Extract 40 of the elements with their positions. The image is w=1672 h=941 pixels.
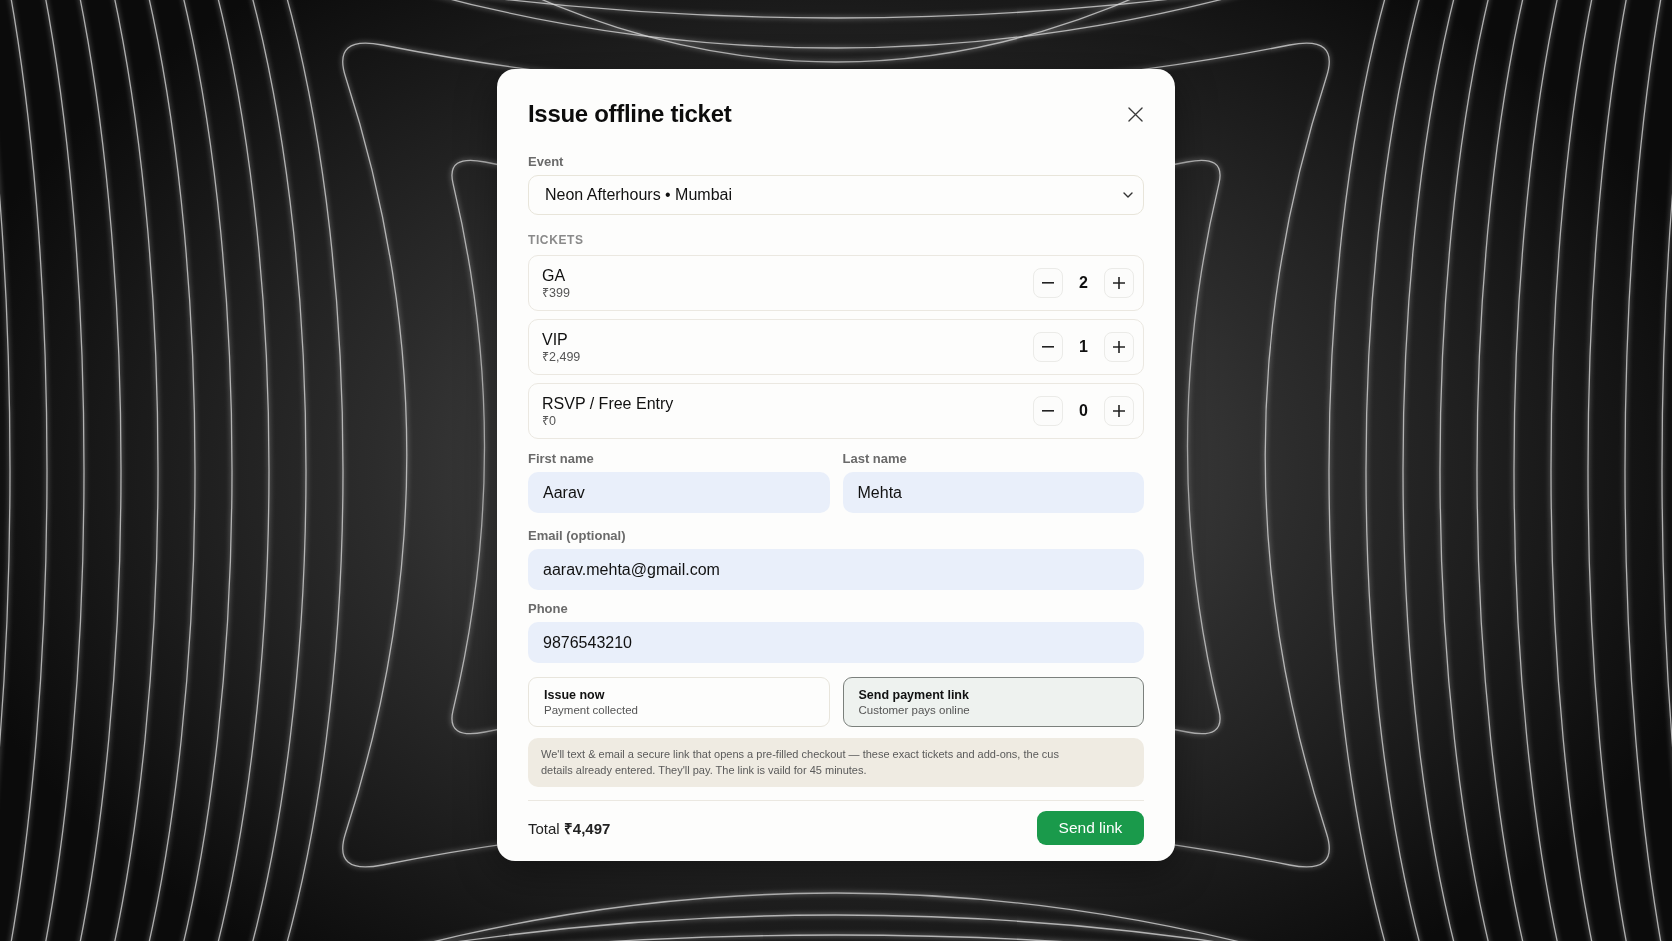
event-select[interactable]: Neon Afterhours • Mumbai [528, 175, 1144, 215]
minus-icon [1042, 346, 1054, 348]
decrease-button[interactable] [1033, 268, 1063, 298]
notice-text: We'll text & email a secure link that opens a pre-filled checkout — these exact tickets and add-ons, the cus details already entered. They'll pay. The link is vaild for 45 minutes. [541, 747, 1060, 778]
ticket-price: ₹399 [542, 284, 570, 301]
total-text: Total ₹4,497 [528, 819, 611, 838]
increase-button[interactable] [1104, 268, 1134, 298]
name-field[interactable]: Mehta [842, 472, 1144, 513]
quantity-value: 0 [1078, 402, 1089, 420]
ticket-name: VIP [542, 329, 568, 349]
ticket-price: ₹0 [542, 412, 556, 429]
plus-icon [1113, 405, 1125, 417]
field-label: First name [528, 451, 595, 467]
decrease-button[interactable] [1033, 396, 1063, 426]
chevron-down-icon [1123, 192, 1133, 198]
dialog-title: Issue offline ticket [528, 99, 732, 129]
field-label: Phone [528, 601, 569, 617]
close-icon [1127, 106, 1143, 122]
plus-icon [1113, 341, 1125, 353]
payment-option[interactable]: Send payment link Customer pays online [842, 677, 1144, 727]
quantity-value: 2 [1078, 274, 1089, 292]
quantity-value: 1 [1078, 338, 1089, 356]
increase-button[interactable] [1104, 332, 1134, 362]
minus-icon [1042, 410, 1054, 412]
phone-field[interactable]: 9876543210 [528, 622, 1144, 663]
ticket-price: ₹2,499 [542, 348, 581, 365]
email-field[interactable]: aarav.mehta@gmail.com [528, 549, 1144, 590]
send-link-button[interactable]: Send link [1037, 811, 1144, 845]
section-heading: TICKETS [528, 233, 584, 247]
ticket-name: RSVP / Free Entry [542, 393, 674, 413]
field-label: Last name [842, 451, 908, 467]
plus-icon [1113, 277, 1125, 289]
field-label: Email (optional) [528, 528, 627, 544]
increase-button[interactable] [1104, 396, 1134, 426]
decrease-button[interactable] [1033, 332, 1063, 362]
field-label: Event [528, 154, 565, 170]
ticket-name: GA [542, 265, 566, 285]
minus-icon [1042, 282, 1054, 284]
name-field[interactable]: Aarav [528, 472, 830, 513]
payment-option[interactable]: Issue now Payment collected [528, 677, 830, 727]
